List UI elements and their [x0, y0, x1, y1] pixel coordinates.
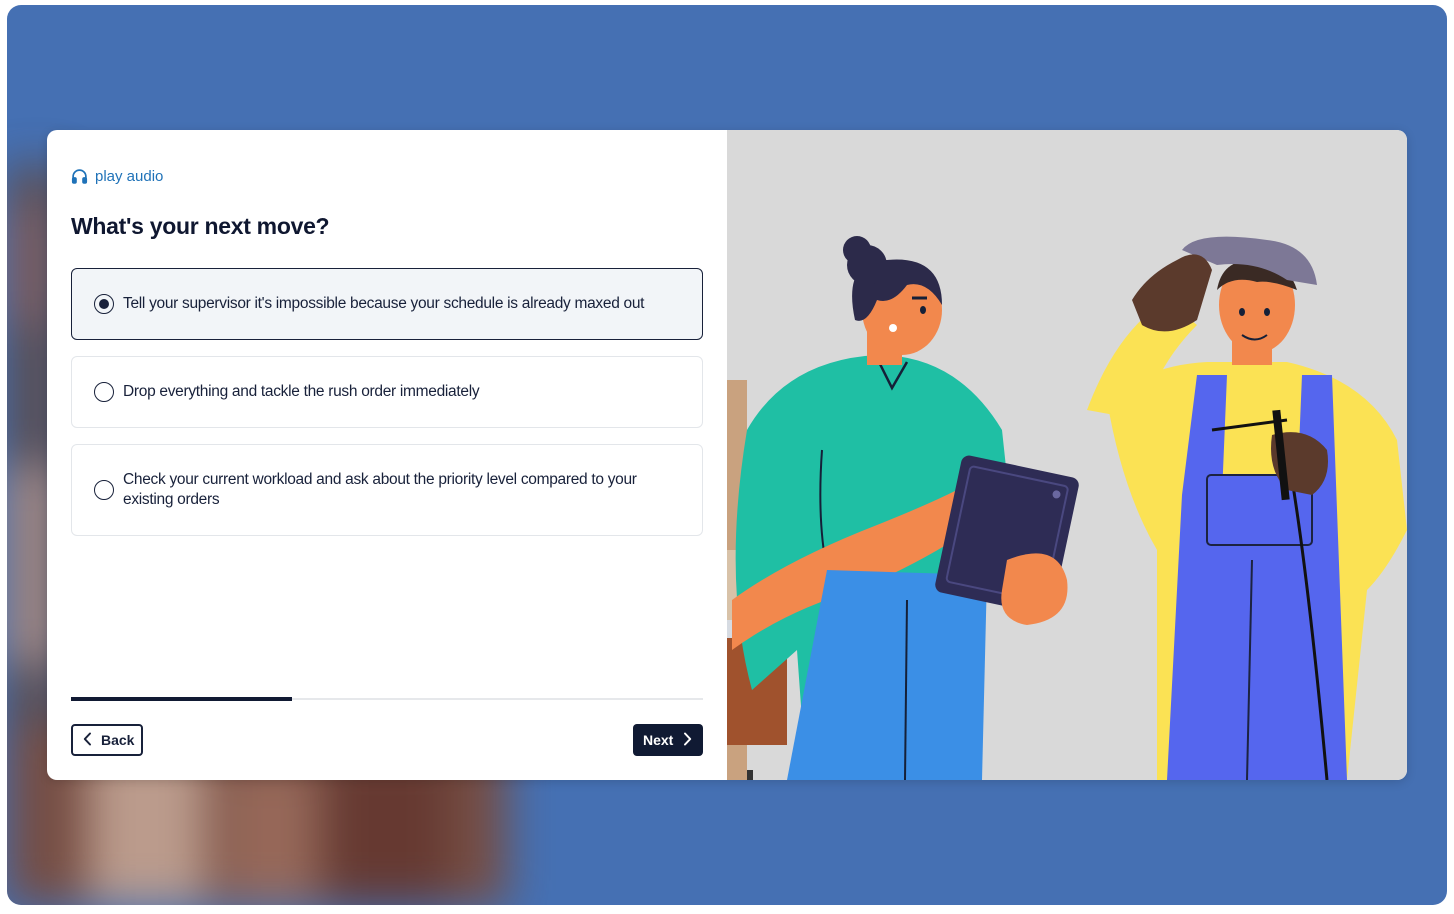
- option-1[interactable]: Tell your supervisor it's impossible bec…: [71, 268, 703, 340]
- chevron-left-icon: [83, 732, 92, 749]
- illustration-panel: [727, 130, 1407, 780]
- back-label: Back: [101, 732, 135, 748]
- workers-illustration: [727, 236, 1407, 780]
- question-card: play audio What's your next move? Tell y…: [47, 130, 1407, 780]
- play-audio-button[interactable]: play audio: [71, 168, 163, 185]
- option-3[interactable]: Check your current workload and ask abou…: [71, 444, 703, 536]
- headphones-icon: [71, 168, 88, 185]
- option-label: Drop everything and tackle the rush orde…: [123, 383, 480, 400]
- play-audio-label: play audio: [95, 168, 164, 185]
- chevron-right-icon: [683, 732, 692, 749]
- radio-button[interactable]: [94, 480, 114, 500]
- option-label: Check your current workload and ask abou…: [123, 471, 637, 508]
- question-panel: play audio What's your next move? Tell y…: [47, 130, 727, 780]
- next-button[interactable]: Next: [633, 724, 703, 756]
- answer-options: Tell your supervisor it's impossible bec…: [71, 268, 703, 552]
- option-label: Tell your supervisor it's impossible bec…: [123, 295, 645, 312]
- progress-bar-fill: [71, 697, 293, 701]
- progress-bar: [71, 697, 703, 701]
- question-title: What's your next move?: [71, 213, 330, 239]
- radio-button-selected[interactable]: [94, 294, 114, 314]
- page-background: play audio What's your next move? Tell y…: [7, 5, 1447, 905]
- option-2[interactable]: Drop everything and tackle the rush orde…: [71, 356, 703, 428]
- next-label: Next: [643, 732, 674, 748]
- radio-button[interactable]: [94, 382, 114, 402]
- back-button[interactable]: Back: [71, 724, 143, 756]
